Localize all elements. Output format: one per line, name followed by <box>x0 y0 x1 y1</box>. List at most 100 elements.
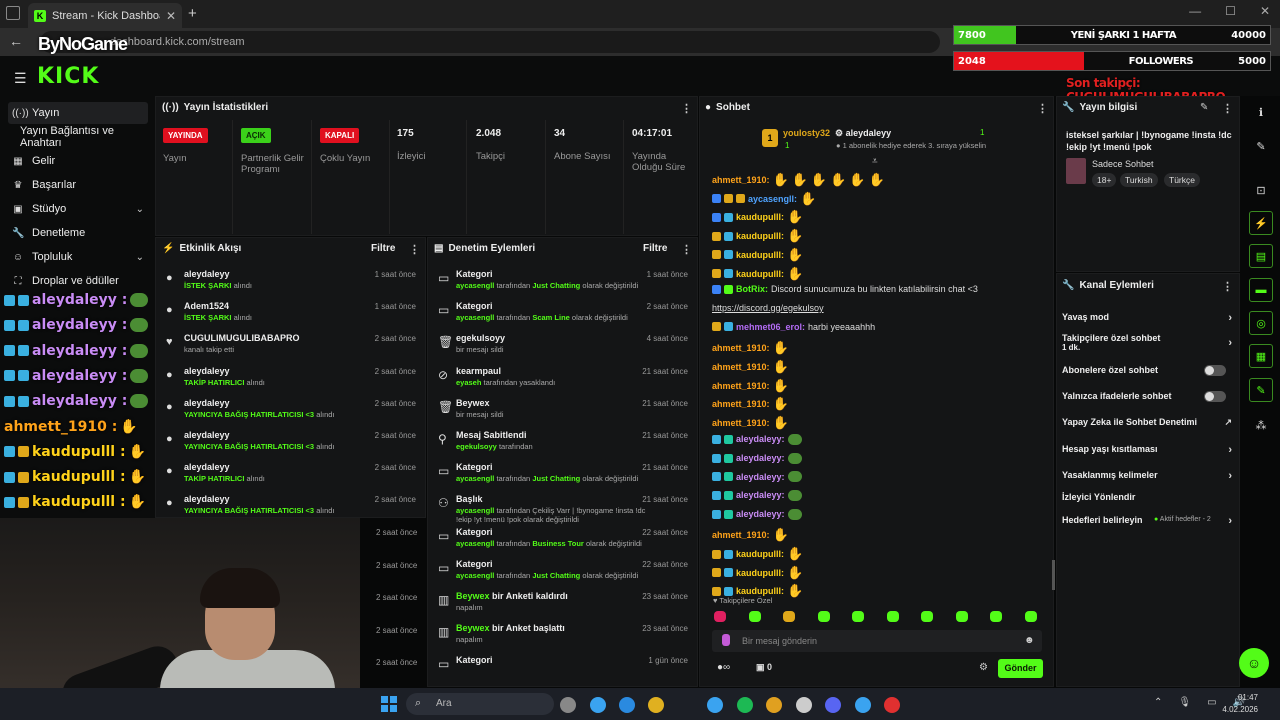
tab-group-icon[interactable] <box>6 6 20 20</box>
collapse-arrow-icon[interactable]: ⩡ <box>872 156 878 167</box>
moderation-row[interactable]: ⚇ Başlık aycasengll tarafından Çekiliş Var… <box>434 493 692 524</box>
taskbar-app-icon[interactable] <box>648 697 664 713</box>
sidebar-item-drops[interactable]: ⛶ Droplar ve ödüller <box>8 270 148 292</box>
lightning-icon[interactable]: ⚡ <box>1249 211 1273 235</box>
taskbar-app-icon[interactable] <box>766 697 782 713</box>
channel-actions-menu-icon[interactable]: ⋮ <box>1222 280 1233 293</box>
info-menu-icon[interactable]: ⋮ <box>1222 102 1233 115</box>
moderation-row[interactable]: ▭ Kategori aycasengll tarafından Just Chat… <box>434 461 692 491</box>
activity-menu-icon[interactable]: ⋮ <box>409 243 420 256</box>
moderation-row[interactable]: ▭ Kategori 1 gün önce <box>434 654 692 684</box>
moderation-row[interactable]: ▭ Kategori aycasengll tarafından Business … <box>434 526 692 556</box>
stream-tag[interactable]: 18+ <box>1092 173 1117 187</box>
activity-row[interactable]: ● aleydaleyy YAYINCIYA BAĞIŞ HATIRLATICISI… <box>162 493 420 523</box>
chat-message[interactable]: BotRix: Discord sunucumuza bu linkten ka… <box>712 284 978 294</box>
moderation-row[interactable]: ▭ Kategori aycasengll tarafından Just Chat… <box>434 558 692 588</box>
emotes-chat-action[interactable]: Yalnızca ifadelerle sohbet <box>1062 391 1232 402</box>
edit-pencil-icon[interactable]: ✎ <box>1200 102 1208 113</box>
chat-message[interactable]: kaudupulll: ✋ <box>712 266 803 282</box>
chat-settings-icon[interactable]: ⚙ <box>979 662 988 673</box>
activity-row[interactable]: ● aleydaleyy TAKİP HATIRLICI alındı 2 saat … <box>162 461 420 491</box>
sidebar-item-achievements[interactable]: ♛ Başarılar <box>8 174 148 196</box>
activity-filter-button[interactable]: Filtre <box>371 243 395 254</box>
taskbar-app-icon[interactable] <box>884 697 900 713</box>
add-widget-icon[interactable]: ⁂ <box>1249 413 1273 437</box>
viewer-redirect-action[interactable]: İzleyici Yönlendir <box>1062 492 1232 502</box>
emote-icon[interactable] <box>1024 611 1037 622</box>
taskbar-app-icon[interactable] <box>590 697 606 713</box>
moderation-row[interactable]: ⊘ kearmpaul eyaseh tarafından yasaklandı 21… <box>434 365 692 395</box>
emote-icon[interactable] <box>990 611 1002 622</box>
emote-icon[interactable] <box>921 611 933 622</box>
moderation-row[interactable]: ⚲ Mesaj Sabitlendi egekulsoyy tarafından 21… <box>434 429 692 459</box>
emote-icon[interactable] <box>817 611 830 622</box>
hamburger-menu-icon[interactable]: ☰ <box>14 70 27 87</box>
taskbar-app-icon[interactable] <box>560 697 576 713</box>
chat-message[interactable]: https://discord.gg/egekulsoy <box>712 303 824 313</box>
tool-icon[interactable]: ✎ <box>1249 378 1273 402</box>
chat-menu-icon[interactable]: ⋮ <box>1037 102 1048 115</box>
stats-menu-icon[interactable]: ⋮ <box>681 102 692 115</box>
chat-message[interactable]: mehmet06_erol: harbi yeeaaahhh <box>712 322 875 332</box>
taskbar-app-icon[interactable] <box>825 697 841 713</box>
activity-row[interactable]: ● Adem1524 İSTEK ŞARKI alındı 1 saat önce <box>162 300 420 330</box>
chat-message[interactable]: ahmett_1910: ✋ <box>712 359 789 375</box>
back-arrow-icon[interactable]: ← <box>9 33 23 49</box>
moderation-row[interactable]: ▥ Beywex bir Anket başlattı napalım 23 saat… <box>434 622 692 652</box>
taskbar-app-icon[interactable] <box>737 697 753 713</box>
subs-chat-toggle[interactable] <box>1204 365 1226 376</box>
url-field[interactable]: dashboard.kick.com/stream <box>40 31 940 53</box>
new-tab-icon[interactable]: + <box>188 5 197 22</box>
chat-message[interactable]: ahmett_1910: ✋ <box>712 396 789 412</box>
browser-tab[interactable]: K Stream - Kick Dashboard ✕ <box>28 3 182 28</box>
chat-message[interactable]: kaudupulll: ✋ <box>712 565 803 581</box>
chat-message[interactable]: aleydaleyy: <box>712 433 802 445</box>
stats-icon[interactable]: ▦ <box>1249 344 1273 368</box>
viewer-tools-icon[interactable]: ●∞ <box>717 662 730 673</box>
chat-message[interactable]: aleydaleyy: <box>712 489 802 501</box>
emote-icon[interactable] <box>748 611 761 622</box>
set-goals-action[interactable]: Hedefleri belirleyin ● Aktif hedefler - 2… <box>1062 515 1232 527</box>
slow-mode-indicator[interactable]: ▣ 0 <box>756 662 772 673</box>
chat-scrollbar[interactable] <box>1052 560 1055 590</box>
tray-network-icon[interactable]: ▭ <box>1207 697 1216 708</box>
stream-tag[interactable]: Turkish <box>1120 173 1158 187</box>
sidebar-item-stream[interactable]: ((·)) Yayın <box>8 102 148 124</box>
chat-icon[interactable]: ▬ <box>1249 278 1273 302</box>
chat-message[interactable]: kaudupulll: ✋ <box>712 228 803 244</box>
chat-message[interactable]: ahmett_1910: ✋ <box>712 415 789 431</box>
emote-icon[interactable] <box>852 611 864 622</box>
info-icon[interactable]: ℹ <box>1249 100 1273 124</box>
tray-chevron-icon[interactable]: ⌃ <box>1154 697 1162 708</box>
chat-message[interactable]: aleydaleyy: <box>712 471 802 483</box>
chat-message[interactable]: aleydaleyy: <box>712 452 802 464</box>
activity-row[interactable]: ● aleydaleyy TAKİP HATIRLICI alındı 2 saat … <box>162 365 420 395</box>
close-window-icon[interactable]: ✕ <box>1260 4 1270 18</box>
taskbar-search[interactable]: Ara <box>406 693 554 715</box>
broadcast-icon[interactable]: ◎ <box>1249 311 1273 335</box>
chat-message[interactable]: aleydaleyy: <box>712 508 802 520</box>
sidebar-item-studio[interactable]: ▣ Stüdyo ⌄ <box>8 198 148 220</box>
activity-row[interactable]: ● aleydaleyy YAYINCIYA BAĞIŞ HATIRLATICISI… <box>162 429 420 459</box>
chat-message[interactable]: ahmett_1910: ✋ <box>712 527 789 543</box>
emoji-picker-icon[interactable]: ☻ <box>1024 635 1035 646</box>
maximize-icon[interactable]: ☐ <box>1225 4 1236 18</box>
chat-message[interactable]: ahmett_1910: ✋ <box>712 378 789 394</box>
close-tab-icon[interactable]: ✕ <box>166 9 176 23</box>
chat-message[interactable]: ahmett_1910: ✋ <box>712 340 789 356</box>
moderation-menu-icon[interactable]: ⋮ <box>681 243 692 256</box>
chat-message[interactable]: kaudupulll: ✋ <box>712 546 803 562</box>
slow-mode-action[interactable]: Yavaş mod › <box>1062 312 1232 324</box>
taskbar-app-icon[interactable] <box>707 697 723 713</box>
moderation-row[interactable]: 🗑 egekulsoyy bir mesajı sildi 4 saat önce <box>434 332 692 362</box>
moderation-row[interactable]: 🗑 Beywex bir mesajı sildi 21 saat önce <box>434 397 692 427</box>
pencil-icon[interactable]: ✎ <box>1249 134 1273 158</box>
windows-start-icon[interactable] <box>381 696 397 712</box>
taskbar-app-icon[interactable] <box>796 697 812 713</box>
send-button[interactable]: Gönder <box>998 659 1043 678</box>
banned-words-action[interactable]: Yasaklanmış kelimeler › <box>1062 470 1232 482</box>
activity-row[interactable]: ● aleydaleyy İSTEK ŞARKI alındı 1 saat önce <box>162 268 420 298</box>
crosshair-icon[interactable]: ⊡ <box>1249 178 1273 202</box>
chat-message[interactable]: ahmett_1910: ✋ ✋ ✋ ✋ ✋ ✋ <box>712 172 885 188</box>
emote-icon[interactable] <box>955 611 968 622</box>
